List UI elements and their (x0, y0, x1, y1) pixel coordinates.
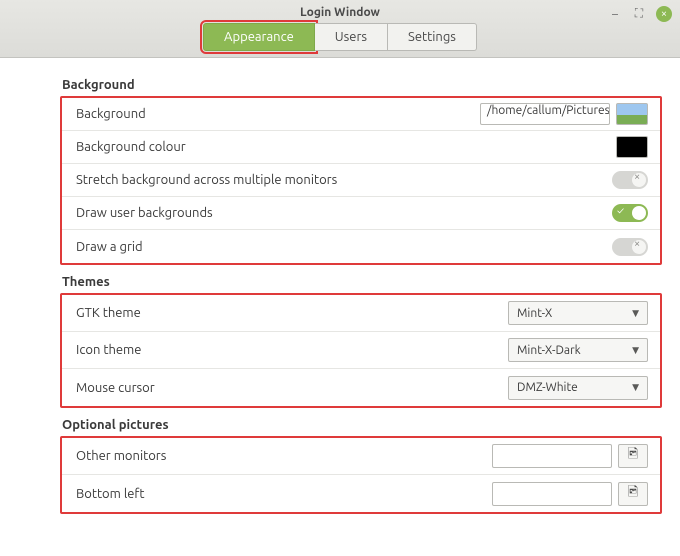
label-background-colour: Background colour (76, 140, 186, 154)
tab-appearance[interactable]: Appearance (203, 23, 315, 51)
dropdown-mouse-cursor[interactable]: DMZ-White ▼ (508, 376, 648, 400)
browse-other-monitors-button[interactable]: 🖻 (618, 444, 648, 468)
group-background: Background /home/callum/Pictures/ca Back… (60, 96, 662, 265)
input-other-monitors[interactable] (492, 444, 612, 468)
minimize-button[interactable]: – (608, 7, 622, 21)
row-gtk-theme: GTK theme Mint-X ▼ (62, 295, 660, 332)
switch-grid[interactable] (612, 238, 648, 256)
group-themes: GTK theme Mint-X ▼ Icon theme Mint-X-Dar… (60, 293, 662, 408)
section-title-background: Background (62, 78, 662, 92)
maximize-button[interactable]: ⛶ (632, 7, 646, 21)
background-chooser-button[interactable] (616, 103, 648, 125)
switch-stretch[interactable] (612, 171, 648, 189)
login-window-settings: Login Window – ⛶ × Appearance Users Sett… (0, 0, 680, 556)
row-icon-theme: Icon theme Mint-X-Dark ▼ (62, 332, 660, 369)
switch-user-backgrounds[interactable] (612, 204, 648, 222)
row-stretch: Stretch background across multiple monit… (62, 164, 660, 197)
label-stretch: Stretch background across multiple monit… (76, 173, 337, 187)
dropdown-mouse-cursor-value: DMZ-White (517, 381, 578, 394)
section-title-optional: Optional pictures (62, 418, 662, 432)
background-colour-button[interactable] (616, 136, 648, 158)
chevron-down-icon: ▼ (632, 308, 639, 319)
label-user-backgrounds: Draw user backgrounds (76, 206, 213, 220)
browse-bottom-left-button[interactable]: 🖻 (618, 482, 648, 506)
picture-icon: 🖻 (628, 483, 638, 505)
section-title-themes: Themes (62, 275, 662, 289)
dropdown-icon-theme[interactable]: Mint-X-Dark ▼ (508, 338, 648, 362)
row-background-colour: Background colour (62, 131, 660, 164)
tab-settings[interactable]: Settings (388, 23, 477, 51)
row-grid: Draw a grid (62, 230, 660, 263)
window-title: Login Window (0, 0, 680, 19)
window-controls: – ⛶ × (608, 6, 672, 22)
label-icon-theme: Icon theme (76, 343, 141, 357)
dropdown-gtk-theme-value: Mint-X (517, 307, 552, 320)
picture-icon: 🖻 (628, 445, 638, 467)
row-background: Background /home/callum/Pictures/ca (62, 98, 660, 131)
row-other-monitors: Other monitors 🖻 (62, 438, 660, 475)
dropdown-icon-theme-value: Mint-X-Dark (517, 344, 581, 357)
label-mouse-cursor: Mouse cursor (76, 381, 155, 395)
background-path-input[interactable]: /home/callum/Pictures/ca (480, 103, 610, 125)
headerbar: Login Window – ⛶ × Appearance Users Sett… (0, 0, 680, 58)
row-mouse-cursor: Mouse cursor DMZ-White ▼ (62, 369, 660, 406)
close-button[interactable]: × (656, 6, 672, 22)
tab-users[interactable]: Users (315, 23, 388, 51)
chevron-down-icon: ▼ (632, 382, 639, 393)
label-bottom-left: Bottom left (76, 487, 145, 501)
row-user-backgrounds: Draw user backgrounds (62, 197, 660, 230)
dropdown-gtk-theme[interactable]: Mint-X ▼ (508, 301, 648, 325)
group-optional-pictures: Other monitors 🖻 Bottom left 🖻 (60, 436, 662, 514)
label-gtk-theme: GTK theme (76, 306, 141, 320)
label-other-monitors: Other monitors (76, 449, 166, 463)
chevron-down-icon: ▼ (632, 345, 639, 356)
tab-bar: Appearance Users Settings (0, 23, 680, 51)
input-bottom-left[interactable] (492, 482, 612, 506)
content-area: Background Background /home/callum/Pictu… (0, 58, 680, 526)
label-background: Background (76, 107, 146, 121)
row-bottom-left: Bottom left 🖻 (62, 475, 660, 512)
label-grid: Draw a grid (76, 240, 143, 254)
